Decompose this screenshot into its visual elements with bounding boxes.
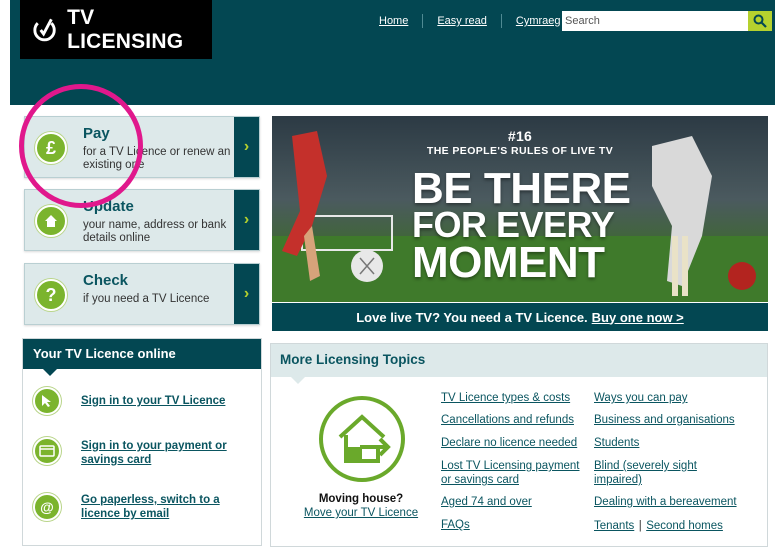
licensing-topics-heading: More Licensing Topics (271, 344, 767, 384)
move-licence-link[interactable]: Move your TV Licence (271, 507, 451, 519)
topic-link[interactable]: Business and organisations (594, 413, 735, 427)
hero-cta-text: Love live TV? You need a TV Licence. (356, 309, 588, 325)
question-icon: ? (35, 279, 67, 311)
card-icon (33, 437, 61, 465)
topic-link[interactable]: Cancellations and refunds (441, 413, 574, 427)
separator: | (638, 520, 642, 532)
hero-banner[interactable]: #16 THE PEOPLE'S RULES OF LIVE TV BE THE… (272, 116, 768, 302)
chevron-right-icon: › (234, 117, 259, 177)
hero-headline-line3: MOMENT (412, 238, 605, 287)
chevron-right-icon: › (234, 190, 259, 250)
at-icon: @ (33, 493, 61, 521)
tenants-second-homes: Tenants | Second homes (594, 518, 723, 533)
site-header: TV LICENSING Home Easy read Cymraeg (10, 0, 775, 105)
search-button[interactable] (748, 11, 772, 31)
tv-licensing-logo-icon (33, 18, 56, 41)
topic-link[interactable]: Students (594, 436, 639, 450)
moving-house-icon (319, 396, 405, 482)
topic-link[interactable]: Lost TV Licensing payment or savings car… (441, 459, 591, 487)
update-description: your name, address or bank details onlin… (83, 219, 227, 244)
topic-link[interactable]: Dealing with a bereavement (594, 495, 737, 509)
topic-link[interactable]: FAQs (441, 518, 470, 532)
topic-link[interactable]: Declare no licence needed (441, 436, 577, 450)
list-item: Sign in to your TV Licence (33, 387, 241, 415)
topic-link[interactable]: Blind (severely sight impaired) (594, 459, 724, 487)
licence-online-heading: Your TV Licence online (23, 339, 261, 376)
topic-link[interactable]: Tenants (594, 520, 634, 532)
hero-number: #16 (507, 128, 533, 144)
nav-easy-read-link[interactable]: Easy read (422, 14, 501, 28)
chevron-right-icon: › (234, 264, 259, 324)
nav-home-link[interactable]: Home (365, 14, 422, 28)
topic-link[interactable]: TV Licence types & costs (441, 391, 570, 405)
top-nav: Home Easy read Cymraeg (365, 14, 575, 28)
go-paperless-link[interactable]: Go paperless, switch to a licence by ema… (81, 493, 241, 521)
licensing-topics-panel: More Licensing Topics Moving house? Move… (270, 343, 768, 547)
cursor-icon (33, 387, 61, 415)
topic-link[interactable]: Second homes (646, 520, 723, 532)
sign-in-licence-link[interactable]: Sign in to your TV Licence (81, 394, 241, 408)
list-item: Sign in to your payment or savings card (33, 437, 241, 467)
check-tile[interactable]: ? Check if you need a TV Licence › (24, 263, 260, 325)
licence-online-panel: Your TV Licence online Sign in to your T… (22, 338, 262, 546)
buy-now-link[interactable]: Buy one now > (592, 310, 684, 325)
sign-in-payment-card-link[interactable]: Sign in to your payment or savings card (81, 439, 241, 467)
hero-cta-bar: Love live TV? You need a TV Licence. Buy… (272, 303, 768, 331)
moving-house-question: Moving house? (318, 493, 404, 505)
list-item: @ Go paperless, switch to a licence by e… (33, 493, 241, 521)
topic-link[interactable]: Ways you can pay (594, 391, 688, 405)
check-description: if you need a TV Licence (83, 293, 210, 305)
topic-link[interactable]: Aged 74 and over (441, 495, 532, 509)
highlight-circle-annotation (19, 84, 143, 208)
check-title: Check (83, 272, 129, 289)
hero-subtitle: THE PEOPLE'S RULES OF LIVE TV (426, 145, 614, 157)
search-input[interactable] (562, 11, 750, 31)
search-icon (753, 14, 767, 28)
logo[interactable]: TV LICENSING (20, 0, 212, 59)
logo-text: TV LICENSING (67, 5, 184, 53)
house-icon (35, 205, 67, 237)
